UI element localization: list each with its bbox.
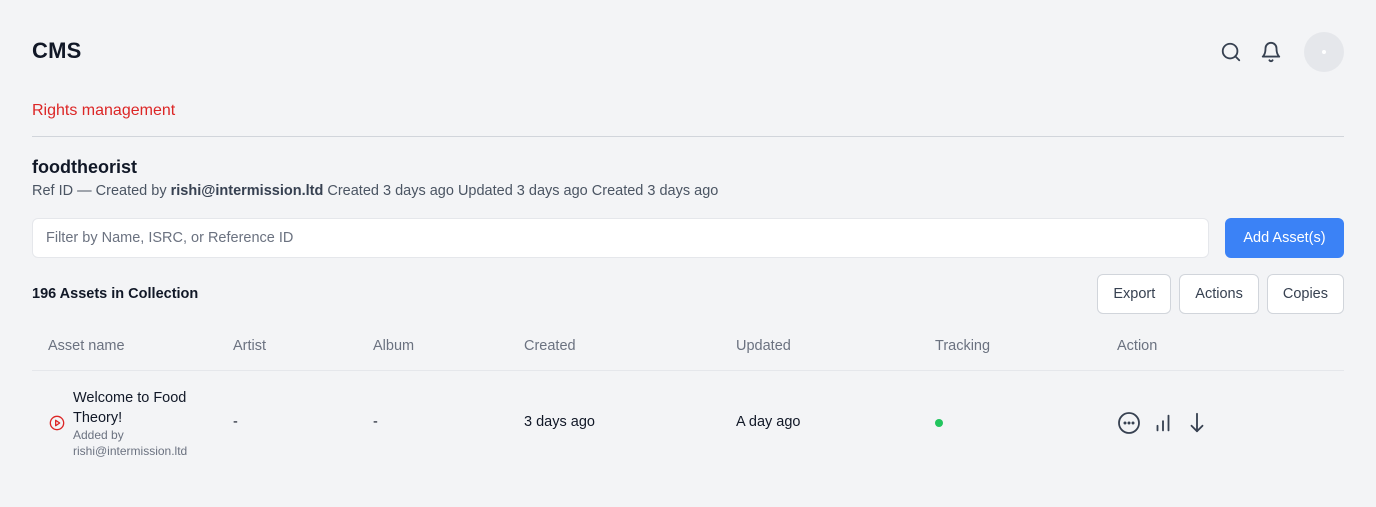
column-asset-name[interactable]: Asset name (48, 338, 125, 354)
table-header: Asset name Artist Album Created Updated … (32, 337, 1344, 371)
column-album[interactable]: Album (373, 338, 414, 354)
avatar[interactable] (1304, 31, 1344, 72)
page-title: foodtheorist (32, 157, 137, 177)
asset-added-by: Added by rishi@intermission.ltd (73, 428, 188, 458)
column-created[interactable]: Created (524, 338, 576, 354)
toolbar: Export Actions Copies (1097, 274, 1344, 314)
copies-button[interactable]: Copies (1266, 274, 1344, 314)
actions-button[interactable]: Actions (1179, 274, 1259, 314)
download-icon[interactable] (1185, 411, 1209, 435)
divider (32, 136, 1344, 137)
page: CMS Rights management foodtheorist Ref I… (0, 0, 1376, 507)
meta-prefix: Ref ID — Created by (32, 183, 167, 199)
table-row[interactable]: Welcome to Food Theory! Added by rishi@i… (32, 371, 1344, 475)
stats-icon[interactable] (1151, 411, 1175, 435)
updated-cell: A day ago (736, 414, 801, 430)
meta-creator: rishi@intermission.ltd (170, 183, 324, 199)
meta-suffix: Created 3 days ago Updated 3 days ago Cr… (327, 183, 719, 199)
play-icon[interactable] (49, 415, 65, 431)
breadcrumb[interactable]: Rights management (32, 102, 175, 120)
more-icon[interactable] (1117, 411, 1141, 435)
search-icon[interactable] (1220, 41, 1242, 63)
column-tracking[interactable]: Tracking (935, 338, 990, 354)
add-assets-button[interactable]: Add Asset(s) (1225, 218, 1344, 258)
album-cell: - (373, 414, 378, 430)
header: CMS (32, 0, 1344, 104)
export-button[interactable]: Export (1097, 274, 1172, 314)
column-action: Action (1117, 338, 1158, 354)
tracking-status-dot (935, 419, 943, 427)
column-artist[interactable]: Artist (233, 338, 266, 354)
artist-cell: - (233, 414, 238, 430)
filter-input[interactable] (32, 218, 1209, 258)
created-cell: 3 days ago (524, 414, 595, 430)
asset-count: 196 Assets in Collection (32, 286, 199, 302)
asset-name[interactable]: Welcome to Food Theory! (73, 388, 213, 428)
app-title: CMS (32, 38, 82, 63)
avatar-dot (1322, 49, 1326, 54)
collection-meta: Ref ID — Created by rishi@intermission.l… (32, 183, 718, 199)
column-updated[interactable]: Updated (736, 338, 791, 354)
row-actions (1117, 411, 1209, 435)
bell-icon[interactable] (1260, 41, 1282, 63)
header-actions (1220, 31, 1344, 72)
